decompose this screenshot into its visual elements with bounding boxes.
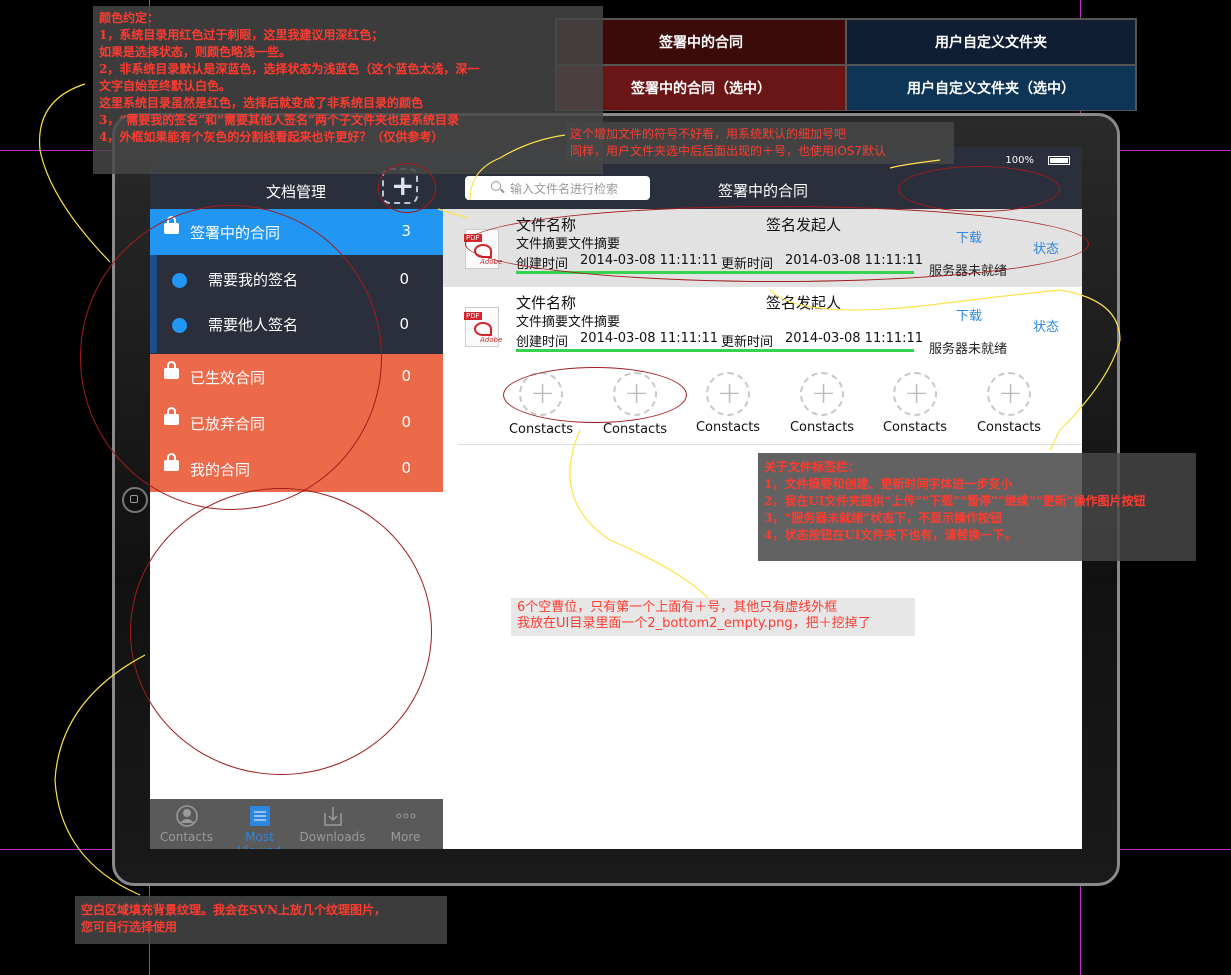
annotation-arrows xyxy=(38,83,1121,896)
